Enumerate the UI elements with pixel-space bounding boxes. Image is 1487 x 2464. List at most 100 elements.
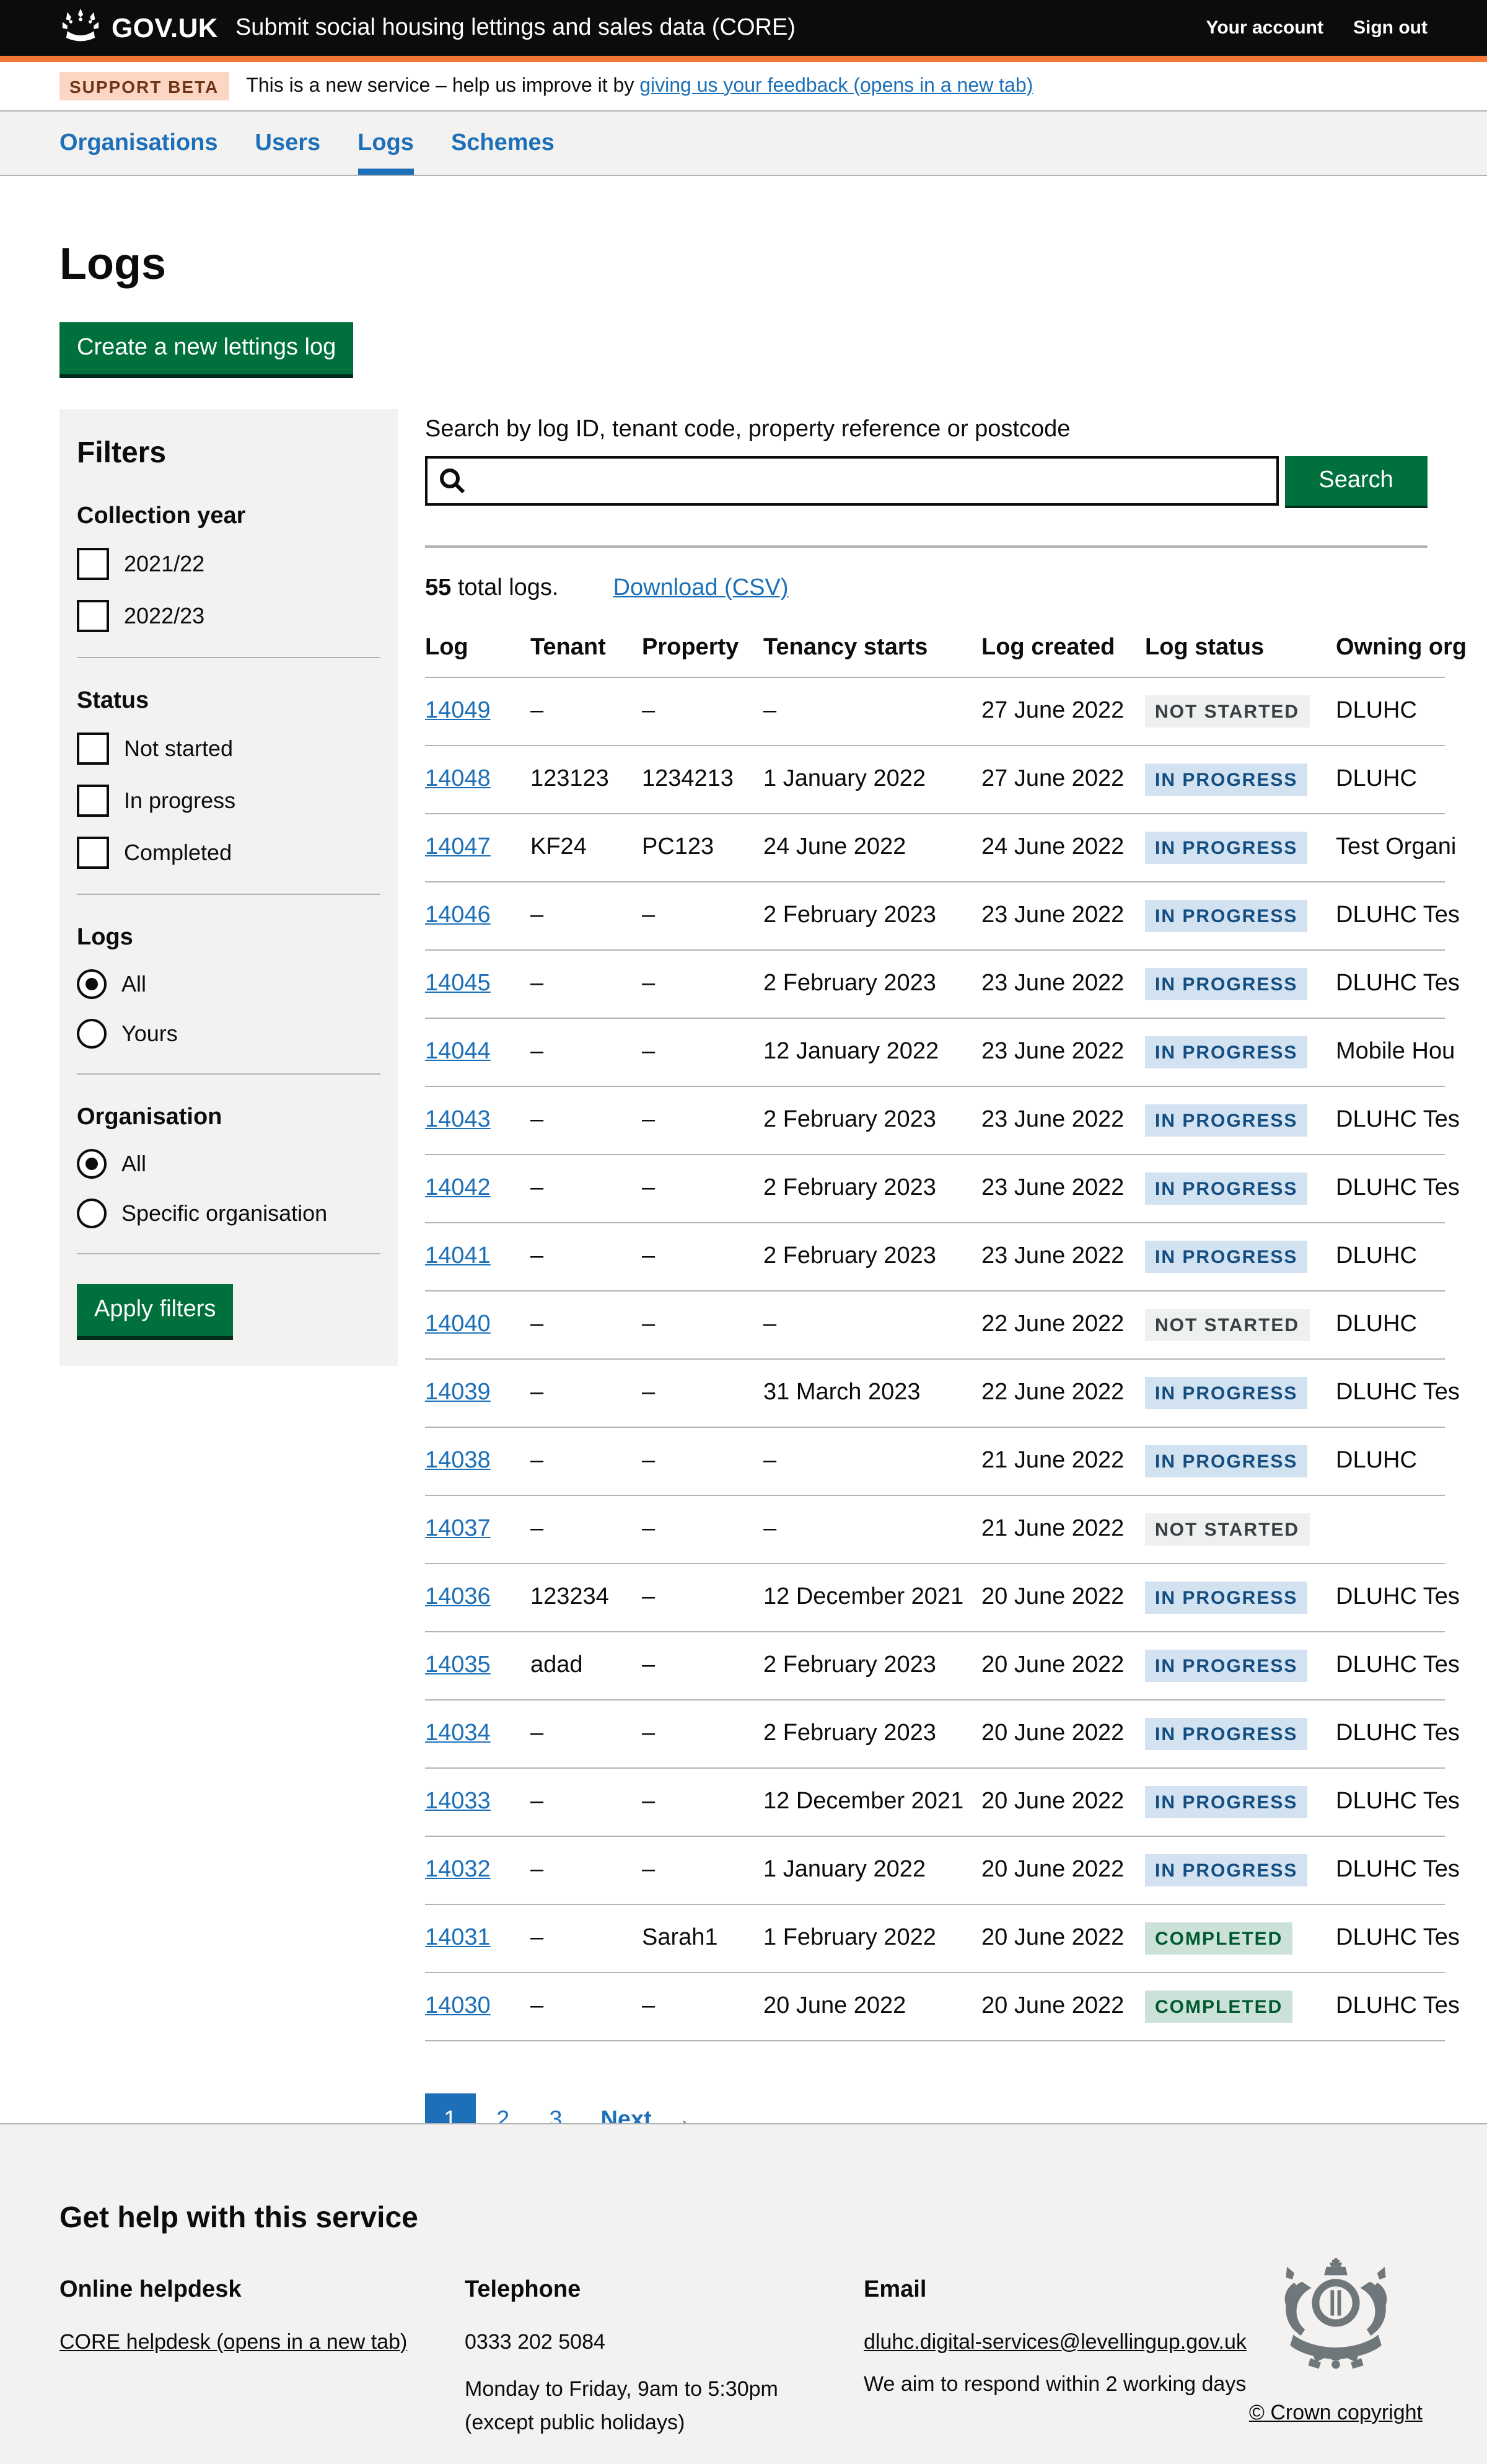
table-row: 14042 – – 2 February 2023 23 June 2022 I…	[425, 1155, 1445, 1223]
radio-logs-yours[interactable]: Yours	[77, 1019, 380, 1049]
email-link[interactable]: dluhc.digital-services@levellingup.gov.u…	[864, 2330, 1247, 2353]
log-link[interactable]: 14040	[425, 1311, 491, 1337]
crown-copyright-link[interactable]: © Crown copyright	[1249, 2401, 1423, 2426]
owning-org-cell: DLUHC Tes	[1336, 1768, 1445, 1836]
owning-org-cell: DLUHC	[1336, 1427, 1445, 1495]
log-link[interactable]: 14048	[425, 766, 491, 792]
checkbox-box[interactable]	[77, 733, 109, 765]
log-link[interactable]: 14038	[425, 1448, 491, 1474]
filters-panel: Filters Collection year 2021/22 2022/23 …	[59, 409, 398, 1366]
log-link[interactable]: 14032	[425, 1857, 491, 1883]
checkbox-label: 2021/22	[124, 551, 204, 577]
tenant-cell: –	[530, 1155, 642, 1223]
tenancy-starts-cell: 2 February 2023	[763, 1086, 981, 1155]
checkbox-box[interactable]	[77, 548, 109, 580]
log-link[interactable]: 14035	[425, 1652, 491, 1678]
log-link[interactable]: 14046	[425, 902, 491, 928]
status-badge: IN PROGRESS	[1145, 968, 1307, 1000]
table-row: 14030 – – 20 June 2022 20 June 2022 COMP…	[425, 1973, 1445, 2041]
email-response-note: We aim to respond within 2 working days	[864, 2370, 1247, 2400]
log-link[interactable]: 14042	[425, 1175, 491, 1201]
checkbox-box[interactable]	[77, 600, 109, 632]
service-name-link[interactable]: Submit social housing lettings and sales…	[235, 14, 796, 42]
radio-organisation-specific[interactable]: Specific organisation	[77, 1199, 380, 1228]
property-cell: –	[642, 1223, 763, 1291]
checkbox-completed[interactable]: Completed	[77, 837, 380, 869]
log-link[interactable]: 14034	[425, 1720, 491, 1746]
log-link[interactable]: 14039	[425, 1379, 491, 1406]
radio-button[interactable]	[77, 969, 107, 999]
status-badge: IN PROGRESS	[1145, 1104, 1307, 1137]
download-csv-link[interactable]: Download (CSV)	[613, 575, 789, 602]
log-link[interactable]: 14036	[425, 1584, 491, 1610]
table-row: 14039 – – 31 March 2023 22 June 2022 IN …	[425, 1359, 1445, 1427]
nav-item-organisations[interactable]: Organisations	[59, 112, 218, 175]
table-row: 14033 – – 12 December 2021 20 June 2022 …	[425, 1768, 1445, 1836]
helpdesk-heading: Online helpdesk	[59, 2273, 465, 2307]
core-helpdesk-link[interactable]: CORE helpdesk (opens in a new tab)	[59, 2330, 407, 2353]
table-row: 14036 123234 – 12 December 2021 20 June …	[425, 1564, 1445, 1632]
checkbox-box[interactable]	[77, 785, 109, 817]
govuk-logo-link[interactable]: GOV.UK	[59, 7, 218, 48]
radio-button[interactable]	[77, 1149, 107, 1179]
log-created-cell: 23 June 2022	[981, 1086, 1145, 1155]
checkbox-box[interactable]	[77, 837, 109, 869]
log-created-cell: 20 June 2022	[981, 1973, 1145, 2041]
radio-button[interactable]	[77, 1199, 107, 1228]
log-link[interactable]: 14049	[425, 698, 491, 724]
table-row: 14048 123123 1234213 1 January 2022 27 J…	[425, 746, 1445, 814]
radio-organisation-all[interactable]: All	[77, 1149, 380, 1179]
log-link[interactable]: 14043	[425, 1107, 491, 1133]
status-badge: IN PROGRESS	[1145, 1650, 1307, 1682]
create-lettings-log-button[interactable]: Create a new lettings log	[59, 322, 353, 374]
crown-icon	[59, 7, 102, 48]
log-created-cell: 23 June 2022	[981, 1223, 1145, 1291]
property-cell: –	[642, 1359, 763, 1427]
log-link[interactable]: 14031	[425, 1925, 491, 1951]
log-link[interactable]: 14033	[425, 1789, 491, 1815]
nav-item-logs[interactable]: Logs	[357, 112, 414, 175]
log-created-cell: 23 June 2022	[981, 882, 1145, 950]
search-label: Search by log ID, tenant code, property …	[425, 416, 1428, 444]
property-cell: PC123	[642, 814, 763, 882]
log-link[interactable]: 14037	[425, 1516, 491, 1542]
log-link[interactable]: 14044	[425, 1039, 491, 1065]
property-cell: –	[642, 1836, 763, 1904]
status-badge: IN PROGRESS	[1145, 1173, 1307, 1205]
footer-heading: Get help with this service	[59, 2201, 1428, 2236]
checkbox-2022-23[interactable]: 2022/23	[77, 600, 380, 632]
log-link[interactable]: 14041	[425, 1243, 491, 1269]
checkbox-in-progress[interactable]: In progress	[77, 785, 380, 817]
search-button[interactable]: Search	[1284, 456, 1428, 506]
checkbox-not-started[interactable]: Not started	[77, 733, 380, 765]
nav-item-users[interactable]: Users	[255, 112, 321, 175]
telephone-hours-line1: Monday to Friday, 9am to 5:30pm	[465, 2375, 864, 2405]
nav-item-schemes[interactable]: Schemes	[451, 112, 555, 175]
feedback-link[interactable]: giving us your feedback (opens in a new …	[639, 75, 1033, 96]
organisation-filter-heading: Organisation	[77, 1104, 380, 1132]
apply-filters-button[interactable]: Apply filters	[77, 1284, 233, 1336]
log-link[interactable]: 14030	[425, 1993, 491, 2019]
search-input[interactable]	[425, 456, 1278, 506]
page: GOV.UK Submit social housing lettings an…	[0, 0, 1487, 2464]
radio-logs-all[interactable]: All	[77, 969, 380, 999]
page-title: Logs	[59, 238, 1428, 290]
radio-button[interactable]	[77, 1019, 107, 1049]
filter-divider	[77, 657, 380, 658]
collection-year-heading: Collection year	[77, 503, 380, 530]
log-link[interactable]: 14047	[425, 834, 491, 860]
filter-divider	[77, 1253, 380, 1254]
your-account-link[interactable]: Your account	[1206, 17, 1323, 38]
tenancy-starts-cell: 2 February 2023	[763, 1155, 981, 1223]
phase-banner: SUPPORT BETA This is a new service – hel…	[0, 62, 1487, 112]
log-created-cell: 27 June 2022	[981, 677, 1145, 746]
sign-out-link[interactable]: Sign out	[1353, 17, 1428, 38]
log-created-cell: 20 June 2022	[981, 1632, 1145, 1700]
status-heading: Status	[77, 688, 380, 715]
property-cell: Sarah1	[642, 1904, 763, 1973]
table-row: 14031 – Sarah1 1 February 2022 20 June 2…	[425, 1904, 1445, 1973]
tenancy-starts-cell: 12 December 2021	[763, 1768, 981, 1836]
checkbox-2021-22[interactable]: 2021/22	[77, 548, 380, 580]
log-link[interactable]: 14045	[425, 970, 491, 997]
status-badge: IN PROGRESS	[1145, 900, 1307, 932]
